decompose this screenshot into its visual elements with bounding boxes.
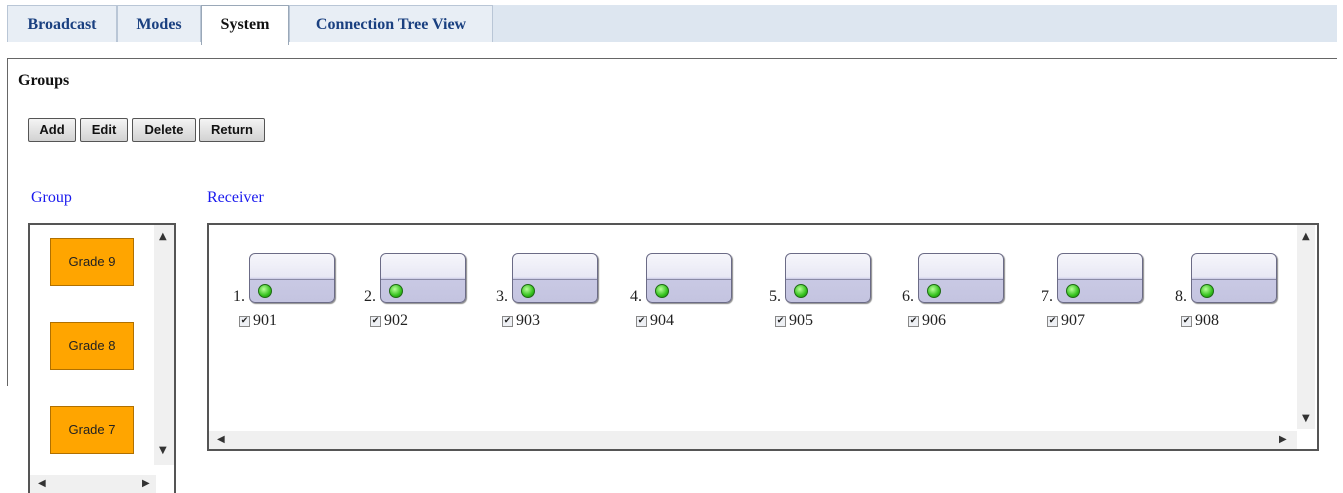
edit-button[interactable]: Edit [80, 118, 128, 142]
group-item-grade-9[interactable]: Grade 9 [50, 238, 134, 286]
scroll-right-icon[interactable]: ▶ [142, 478, 150, 489]
tab-connection-tree-view[interactable]: Connection Tree View [289, 5, 493, 42]
receiver-id: 907 [1061, 312, 1085, 329]
device-divider [1058, 279, 1142, 280]
tab-system[interactable]: System [201, 5, 289, 45]
panel-border-left [7, 58, 8, 386]
receiver-item: 1. ✔ 901 [233, 253, 343, 333]
tab-modes[interactable]: Modes [117, 5, 201, 42]
group-label: Group [31, 189, 72, 206]
status-led-icon [258, 284, 272, 298]
receiver-index: 8. [1175, 288, 1187, 305]
status-led-icon [1200, 284, 1214, 298]
receiver-checkbox[interactable]: ✔ [908, 316, 919, 327]
device-divider [786, 279, 870, 280]
receiver-checkbox[interactable]: ✔ [1047, 316, 1058, 327]
receiver-checkbox[interactable]: ✔ [1181, 316, 1192, 327]
receiver-device-button[interactable] [380, 253, 466, 303]
page-title: Groups [18, 72, 70, 89]
receiver-item: 6. ✔ 906 [902, 253, 1012, 333]
receiver-id: 902 [384, 312, 408, 329]
receiver-panel: 1. ✔ 901 2. ✔ 902 3. ✔ 903 4. ✔ 904 5. ✔… [207, 223, 1319, 451]
scrollbar-corner [1297, 431, 1315, 449]
receiver-id: 908 [1195, 312, 1219, 329]
receiver-index: 5. [769, 288, 781, 305]
receiver-checkbox[interactable]: ✔ [502, 316, 513, 327]
status-led-icon [927, 284, 941, 298]
status-led-icon [655, 284, 669, 298]
receiver-index: 7. [1041, 288, 1053, 305]
receiver-item: 2. ✔ 902 [364, 253, 474, 333]
group-list: Grade 9 Grade 8 Grade 7 ▲ ▼ ◀ ▶ [28, 223, 176, 493]
receiver-list: 1. ✔ 901 2. ✔ 902 3. ✔ 903 4. ✔ 904 5. ✔… [209, 225, 1295, 429]
receiver-item: 5. ✔ 905 [769, 253, 879, 333]
receiver-checkbox[interactable]: ✔ [370, 316, 381, 327]
device-divider [1192, 279, 1276, 280]
receiver-index: 6. [902, 288, 914, 305]
receiver-index: 1. [233, 288, 245, 305]
tab-bar: Broadcast Modes System Connection Tree V… [0, 0, 1343, 45]
receiver-device-button[interactable] [1057, 253, 1143, 303]
receiver-device-button[interactable] [918, 253, 1004, 303]
panel-border-top [7, 58, 1337, 59]
receiver-label: Receiver [207, 189, 264, 206]
receiver-item: 3. ✔ 903 [496, 253, 606, 333]
scroll-up-icon[interactable]: ▲ [1302, 231, 1310, 242]
receiver-id: 903 [516, 312, 540, 329]
status-led-icon [389, 284, 403, 298]
receiver-id: 901 [253, 312, 277, 329]
receiver-index: 4. [630, 288, 642, 305]
return-button[interactable]: Return [199, 118, 265, 142]
status-led-icon [794, 284, 808, 298]
tab-broadcast[interactable]: Broadcast [7, 5, 117, 42]
receiver-checkbox[interactable]: ✔ [239, 316, 250, 327]
receiver-device-button[interactable] [646, 253, 732, 303]
receiver-device-button[interactable] [1191, 253, 1277, 303]
scroll-left-icon[interactable]: ◀ [38, 478, 46, 489]
scroll-down-icon[interactable]: ▼ [159, 445, 167, 456]
receiver-item: 7. ✔ 907 [1041, 253, 1151, 333]
receiver-item: 8. ✔ 908 [1175, 253, 1285, 333]
scroll-left-icon[interactable]: ◀ [217, 434, 225, 445]
add-button[interactable]: Add [28, 118, 76, 142]
group-list-vertical-scrollbar[interactable]: ▲ ▼ [154, 225, 174, 465]
group-item-grade-7[interactable]: Grade 7 [50, 406, 134, 454]
receiver-id: 906 [922, 312, 946, 329]
device-divider [647, 279, 731, 280]
receiver-checkbox[interactable]: ✔ [636, 316, 647, 327]
receiver-checkbox[interactable]: ✔ [775, 316, 786, 327]
device-divider [250, 279, 334, 280]
device-divider [381, 279, 465, 280]
receiver-item: 4. ✔ 904 [630, 253, 740, 333]
scroll-up-icon[interactable]: ▲ [159, 231, 167, 242]
status-led-icon [1066, 284, 1080, 298]
group-list-horizontal-scrollbar[interactable]: ◀ ▶ [30, 475, 156, 493]
group-item-grade-8[interactable]: Grade 8 [50, 322, 134, 370]
scroll-right-icon[interactable]: ▶ [1279, 434, 1287, 445]
receiver-device-button[interactable] [785, 253, 871, 303]
device-divider [513, 279, 597, 280]
receiver-vertical-scrollbar[interactable]: ▲ ▼ [1297, 225, 1315, 429]
receiver-index: 2. [364, 288, 376, 305]
receiver-index: 3. [496, 288, 508, 305]
receiver-device-button[interactable] [249, 253, 335, 303]
receiver-device-button[interactable] [512, 253, 598, 303]
delete-button[interactable]: Delete [132, 118, 196, 142]
device-divider [919, 279, 1003, 280]
receiver-id: 904 [650, 312, 674, 329]
receiver-horizontal-scrollbar[interactable]: ◀ ▶ [209, 431, 1297, 449]
receiver-id: 905 [789, 312, 813, 329]
scroll-down-icon[interactable]: ▼ [1302, 413, 1310, 424]
status-led-icon [521, 284, 535, 298]
